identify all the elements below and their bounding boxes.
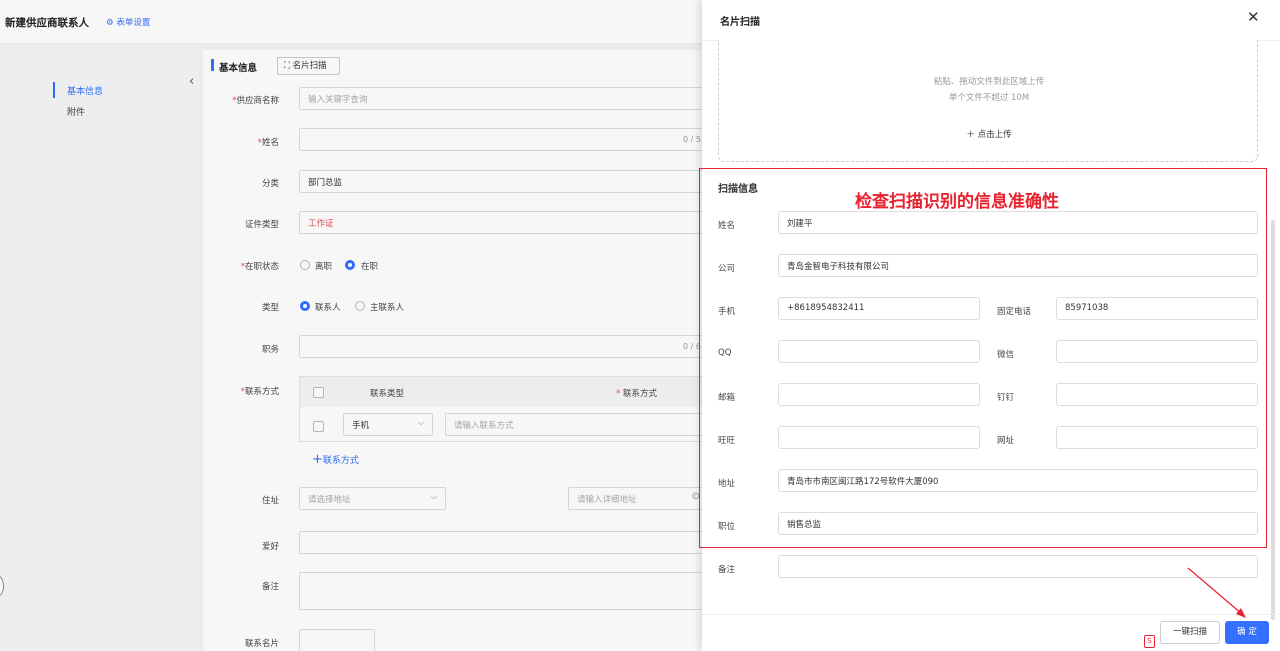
drawer-title: 名片扫描	[720, 17, 760, 28]
scan-wangwang-input[interactable]	[778, 426, 980, 449]
scan-mobile-input[interactable]: +8618954832411	[778, 297, 980, 320]
upload-button[interactable]: ＋ 点击上传	[719, 128, 1259, 140]
confirm-button[interactable]: 确 定	[1225, 621, 1269, 644]
scan-email-input[interactable]	[778, 383, 980, 406]
scan-wechat-label: 微信	[997, 350, 1015, 360]
scan-name-input[interactable]: 刘建平	[778, 211, 1258, 234]
plus-icon: ＋	[966, 130, 978, 140]
card-scan-drawer: 名片扫描 ✕ 粘贴、拖动文件到此区域上传 单个文件不超过 10M ＋ 点击上传 …	[699, 0, 1280, 651]
scan-address-input[interactable]: 青岛市市南区闽江路172号软件大厦090	[778, 469, 1258, 492]
scan-address-label: 地址	[718, 479, 736, 489]
scan-email-label: 邮箱	[718, 393, 736, 403]
scan-dingtalk-input[interactable]	[1056, 383, 1258, 406]
upload-hint: 粘贴、拖动文件到此区域上传	[933, 77, 1045, 87]
scan-company-input[interactable]: 青岛金智电子科技有限公司	[778, 254, 1258, 277]
scan-info-title: 扫描信息	[718, 184, 758, 195]
scan-landline-input[interactable]: 85971038	[1056, 297, 1258, 320]
close-icon[interactable]: ✕	[1247, 8, 1260, 26]
scan-website-input[interactable]	[1056, 426, 1258, 449]
scan-qq-input[interactable]	[778, 340, 980, 363]
scan-company-label: 公司	[718, 264, 736, 274]
scan-remark-label: 备注	[718, 565, 736, 575]
scan-name-label: 姓名	[718, 221, 736, 231]
annotation-arrow-icon	[1187, 567, 1246, 618]
one-click-scan-button[interactable]: 一键扫描	[1160, 621, 1220, 644]
input-method-badge: S	[1144, 635, 1155, 648]
modal-mask[interactable]	[0, 0, 702, 651]
scan-wechat-input[interactable]	[1056, 340, 1258, 363]
scan-dingtalk-label: 钉钉	[997, 393, 1015, 403]
scan-mobile-label: 手机	[718, 307, 736, 317]
scan-wangwang-label: 旺旺	[718, 436, 736, 446]
scan-title-label: 职位	[718, 522, 736, 532]
scan-website-label: 网址	[997, 436, 1015, 446]
scan-landline-label: 固定电话	[997, 307, 1032, 317]
annotation-text: 检查扫描识别的信息准确性	[855, 192, 1059, 212]
upload-size-hint: 单个文件不超过 10M	[948, 93, 1030, 103]
scan-title-input[interactable]: 销售总监	[778, 512, 1258, 535]
scan-qq-label: QQ	[718, 348, 732, 358]
upload-dropzone[interactable]: 粘贴、拖动文件到此区域上传 单个文件不超过 10M ＋ 点击上传	[718, 40, 1258, 162]
drawer-scrollbar[interactable]	[1271, 220, 1275, 620]
